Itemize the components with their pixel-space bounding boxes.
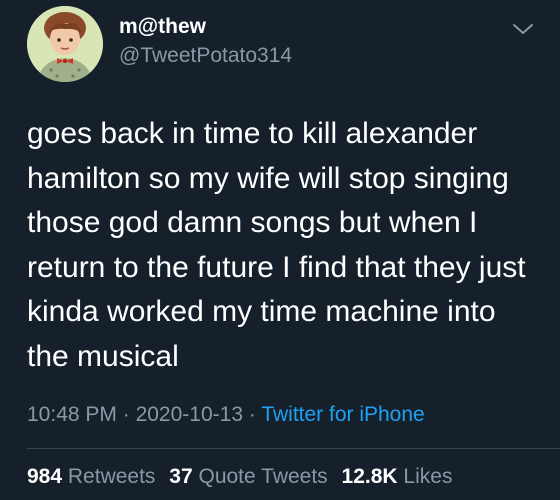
- user-handle[interactable]: @TweetPotato314: [119, 44, 292, 68]
- divider: [27, 448, 560, 449]
- tweet-text-line: those god damn songs but when I: [27, 206, 478, 239]
- meta-separator: ·: [248, 403, 256, 426]
- tweet-text-line: hamilton so my wife will stop singing: [27, 161, 509, 195]
- avatar-illustration-icon: [27, 6, 103, 82]
- likes-count: 12.8K: [341, 465, 398, 488]
- tweet-card: m@thew @TweetPotato314 goes back in time…: [0, 0, 560, 500]
- quote-tweets-count: 37: [169, 465, 193, 488]
- retweets-label: Retweets: [67, 465, 156, 488]
- tweet-date[interactable]: 2020-10-13: [136, 403, 243, 426]
- tweet-text-line: the musical: [27, 339, 179, 373]
- likes-label: Likes: [403, 465, 453, 488]
- tweet-text: goes back in time to kill alexander hami…: [27, 112, 547, 379]
- retweets-count: 984: [27, 465, 63, 488]
- tweet-text-line: kinda worked my time machine into: [27, 295, 496, 328]
- tweet-stats: 984 Retweets 37 Quote Tweets 12.8K Likes: [27, 465, 460, 489]
- likes-stat[interactable]: 12.8K Likes: [342, 465, 453, 488]
- tweet-time[interactable]: 10:48 PM: [27, 403, 117, 426]
- tweet-text-line: return to the future I find that they ju…: [27, 250, 526, 284]
- tweet-source-link[interactable]: Twitter for iPhone: [261, 403, 424, 426]
- chevron-down-icon[interactable]: [512, 22, 534, 36]
- tweet-text-line: goes back in time to kill alexander: [27, 117, 478, 150]
- quote-tweets-label: Quote Tweets: [198, 465, 328, 488]
- retweets-stat[interactable]: 984 Retweets: [27, 465, 155, 488]
- avatar[interactable]: [27, 6, 103, 82]
- display-name[interactable]: m@thew: [119, 15, 206, 39]
- quote-tweets-stat[interactable]: 37 Quote Tweets: [169, 465, 327, 488]
- meta-separator: ·: [122, 403, 130, 426]
- tweet-meta: 10:48 PM · 2020-10-13 · Twitter for iPho…: [27, 403, 425, 427]
